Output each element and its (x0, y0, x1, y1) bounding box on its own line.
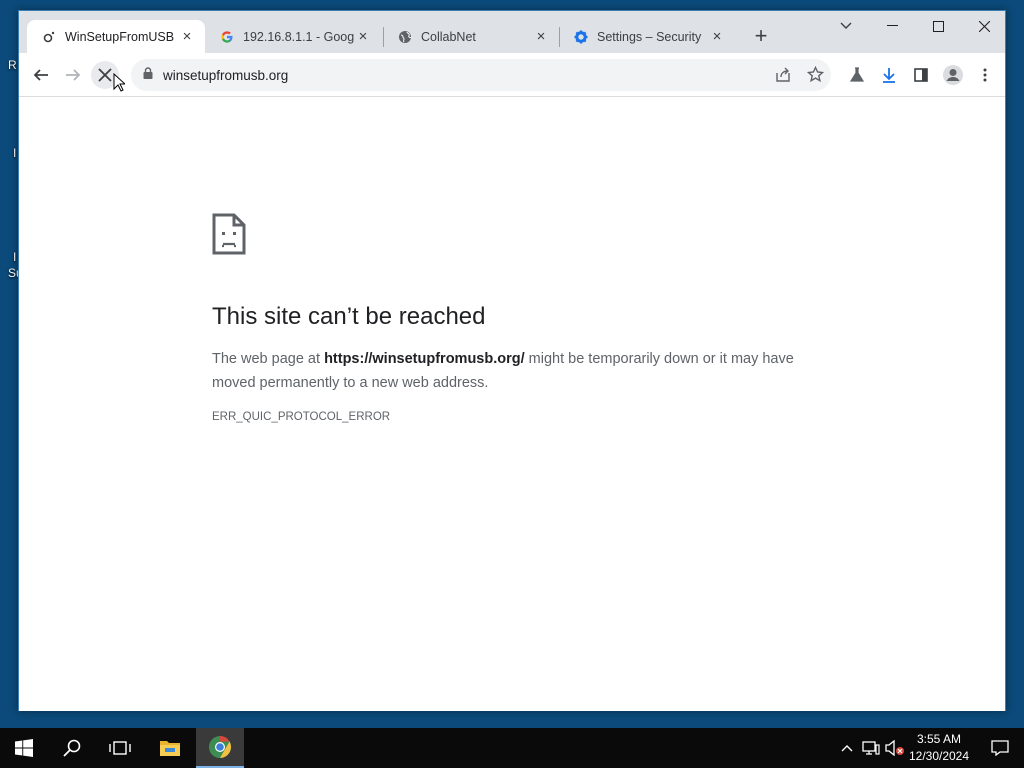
tab-title: Settings – Security (597, 29, 702, 44)
desktop-icon-label: R (8, 58, 17, 72)
bookmark-star-icon[interactable] (806, 65, 825, 88)
tab-close-icon[interactable]: × (355, 28, 371, 45)
google-g-icon (219, 29, 235, 45)
tab-collabnet[interactable]: CollabNet × (383, 20, 559, 53)
maximize-button[interactable] (915, 11, 961, 41)
tab-google[interactable]: 192.16.8.1.1 - Google × (205, 20, 381, 53)
tab-winsetupfromusb[interactable]: WinSetupFromUSB × (27, 20, 205, 53)
tab-settings-security[interactable]: Settings – Security × (559, 20, 735, 53)
error-title: This site can’t be reached (212, 303, 486, 330)
tab-close-icon[interactable]: × (179, 28, 195, 45)
chrome-taskbar-icon[interactable] (196, 728, 244, 768)
side-panel-icon[interactable] (907, 61, 935, 89)
new-tab-button[interactable]: + (749, 25, 773, 49)
mouse-cursor-icon (113, 73, 125, 92)
error-url: https://winsetupfromusb.org/ (324, 351, 525, 367)
gear-icon (573, 29, 589, 45)
menu-kebab-icon[interactable] (971, 61, 999, 89)
globe-icon (397, 29, 413, 45)
error-page: This site can’t be reached The web page … (19, 97, 1005, 711)
close-window-button[interactable] (961, 11, 1007, 41)
tab-strip: WinSetupFromUSB × 192.16.8.1.1 - Google … (19, 11, 1005, 53)
show-hidden-icons-chevron[interactable] (838, 728, 856, 768)
file-explorer-icon[interactable] (146, 728, 194, 768)
tab-title: CollabNet (421, 29, 476, 44)
desktop-icon-label: I (13, 250, 17, 264)
error-description: The web page at https://winsetupfromusb.… (212, 351, 794, 391)
network-icon[interactable] (860, 728, 882, 768)
desktop-icon-label: I (13, 146, 17, 160)
notifications-icon[interactable] (976, 728, 1024, 768)
taskbar: 3:55 AM 12/30/2024 (0, 728, 1024, 768)
address-url: winsetupfromusb.org (163, 67, 289, 83)
tab-title: 192.16.8.1.1 - Google (243, 29, 355, 44)
error-code: ERR_QUIC_PROTOCOL_ERROR (212, 411, 391, 423)
tab-close-icon[interactable]: × (533, 28, 549, 45)
loading-favicon-icon (41, 29, 57, 45)
minimize-button[interactable] (869, 11, 915, 41)
system-clock[interactable]: 3:55 AM 12/30/2024 (902, 731, 976, 765)
clock-date: 12/30/2024 (908, 749, 970, 763)
clock-time: 3:55 AM (916, 732, 962, 746)
lock-icon[interactable] (143, 66, 153, 84)
share-icon[interactable] (775, 67, 791, 88)
forward-button[interactable] (59, 61, 87, 89)
download-icon[interactable] (875, 61, 903, 89)
back-button[interactable] (27, 61, 55, 89)
browser-toolbar: winsetupfromusb.org (19, 53, 1005, 97)
start-button[interactable] (0, 728, 48, 768)
address-bar[interactable]: winsetupfromusb.org (131, 59, 831, 91)
tab-title: WinSetupFromUSB (65, 29, 175, 44)
labs-flask-icon[interactable] (843, 61, 871, 89)
tab-close-icon[interactable]: × (709, 28, 725, 45)
tab-search-chevron-icon[interactable] (823, 11, 869, 41)
search-icon[interactable] (48, 728, 96, 768)
task-view-icon[interactable] (96, 728, 144, 768)
profile-avatar-icon[interactable] (939, 61, 967, 89)
browser-window: WinSetupFromUSB × 192.16.8.1.1 - Google … (18, 10, 1006, 711)
sad-page-icon (212, 213, 246, 255)
